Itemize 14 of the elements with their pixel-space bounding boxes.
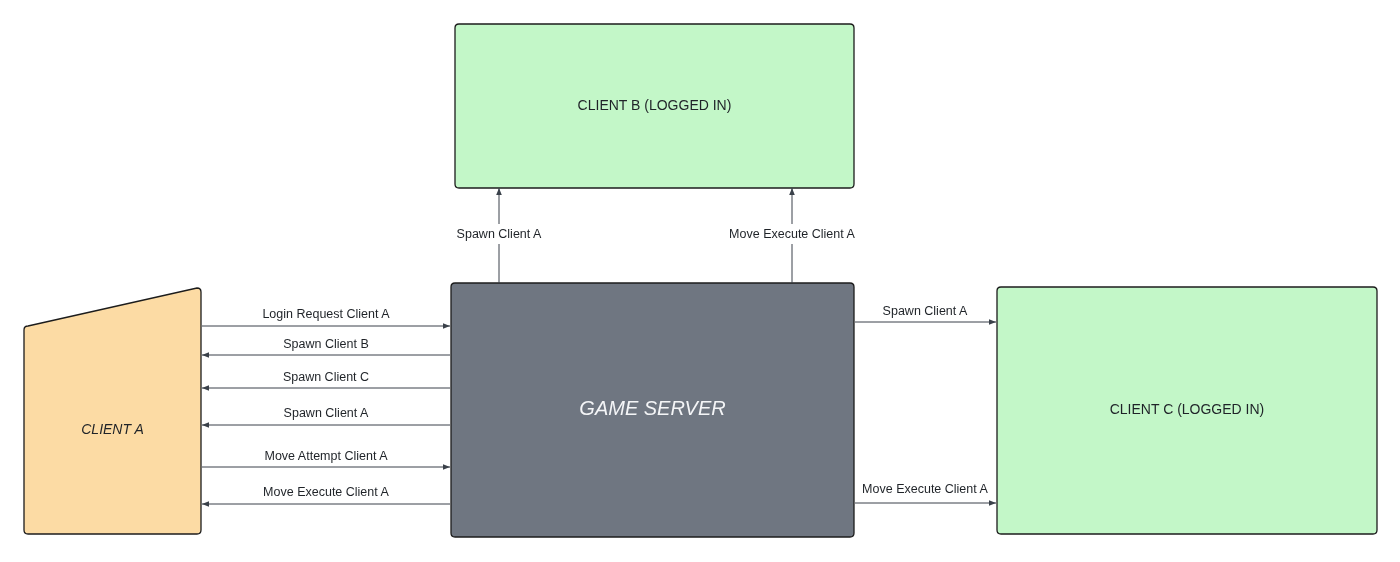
arrow-label: Move Execute Client A — [729, 227, 855, 241]
arrow-label: Move Execute Client A — [263, 485, 389, 499]
arrow-label: Move Execute Client A — [862, 482, 988, 496]
node-label: GAME SERVER — [579, 397, 726, 420]
node-label: CLIENT A — [81, 420, 144, 437]
arrow-label: Spawn Client A — [283, 406, 369, 420]
node-label: CLIENT C (LOGGED IN) — [1109, 401, 1265, 418]
arrow-label: Login Request Client A — [262, 307, 390, 321]
node-label: CLIENT B (LOGGED IN) — [577, 96, 732, 113]
arrow-label: Spawn Client B — [283, 337, 369, 351]
arrow-label: Spawn Client A — [456, 227, 542, 241]
arrow-label: Move Attempt Client A — [264, 449, 388, 463]
arrow-label: Spawn Client A — [882, 304, 968, 318]
arrow-label: Spawn Client C — [282, 370, 370, 384]
